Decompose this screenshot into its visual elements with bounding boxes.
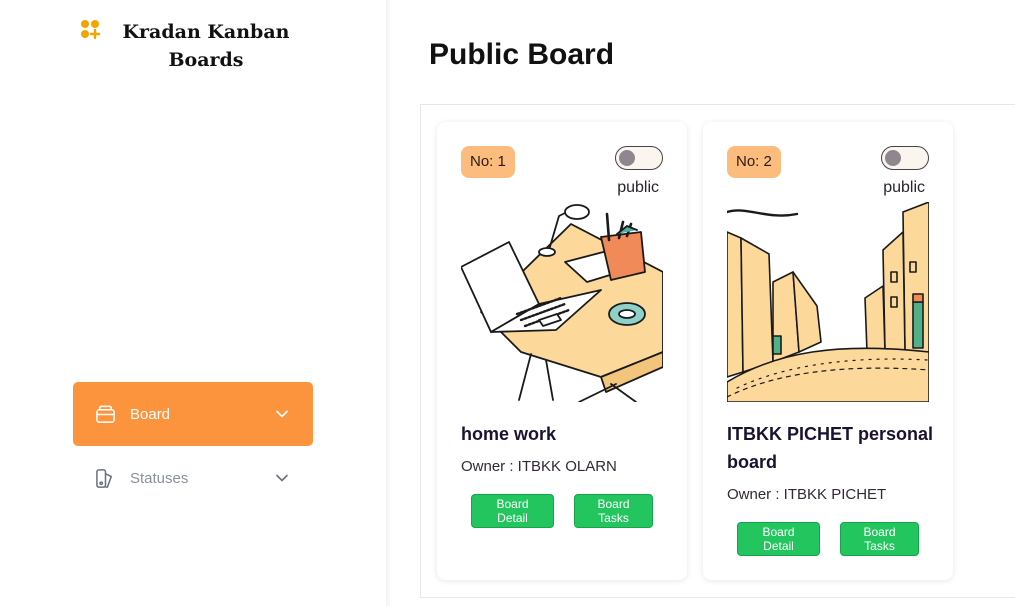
board-card: No: 2 public ITBKK PICHET personal board… (703, 122, 953, 580)
statuses-icon (95, 468, 116, 489)
chevron-down-icon[interactable] (275, 471, 289, 485)
sidebar-item-board[interactable]: Board (73, 382, 313, 446)
board-detail-button[interactable]: Board Detail (471, 494, 554, 528)
board-name: ITBKK PICHET personal board (727, 424, 934, 472)
visibility-toggle[interactable] (615, 146, 663, 170)
board-owner: Owner : ITBKK PICHET (727, 486, 887, 503)
board-name: home work (461, 424, 557, 444)
chevron-down-icon[interactable] (275, 407, 289, 421)
sidebar-item-statuses-label: Statuses (130, 469, 189, 487)
board-number-badge: No: 1 (461, 146, 515, 178)
visibility-label: public (617, 179, 659, 196)
visibility-label: public (883, 179, 925, 196)
sidebar-nav: Board Statuses (73, 382, 313, 510)
toggle-knob (619, 150, 635, 166)
sidebar: Kradan Kanban Boards Board Statuses (0, 0, 388, 606)
desk-laptop-illustration (461, 202, 663, 402)
sidebar-item-statuses[interactable]: Statuses (73, 446, 313, 510)
board-tasks-button[interactable]: Board Tasks (574, 494, 653, 528)
sidebar-divider (386, 0, 390, 606)
app-title-line2: Boards (168, 49, 244, 71)
board-tasks-button[interactable]: Board Tasks (840, 522, 919, 556)
board-owner: Owner : ITBKK OLARN (461, 458, 617, 475)
board-number-badge: No: 2 (727, 146, 781, 178)
board-icon (95, 404, 116, 425)
visibility-toggle[interactable] (881, 146, 929, 170)
app-title-line1: Kradan Kanban (122, 21, 290, 43)
sidebar-item-board-label: Board (130, 405, 171, 423)
board-card: No: 1 public home work Owner: ITBKK OLA… (437, 122, 687, 580)
city-street-illustration (727, 202, 929, 402)
toggle-knob (885, 150, 901, 166)
page-title: Public Board (429, 38, 615, 71)
app-title: Kradan Kanban Boards (116, 18, 296, 74)
apps-plus-icon (81, 20, 101, 40)
board-detail-button[interactable]: Board Detail (737, 522, 820, 556)
